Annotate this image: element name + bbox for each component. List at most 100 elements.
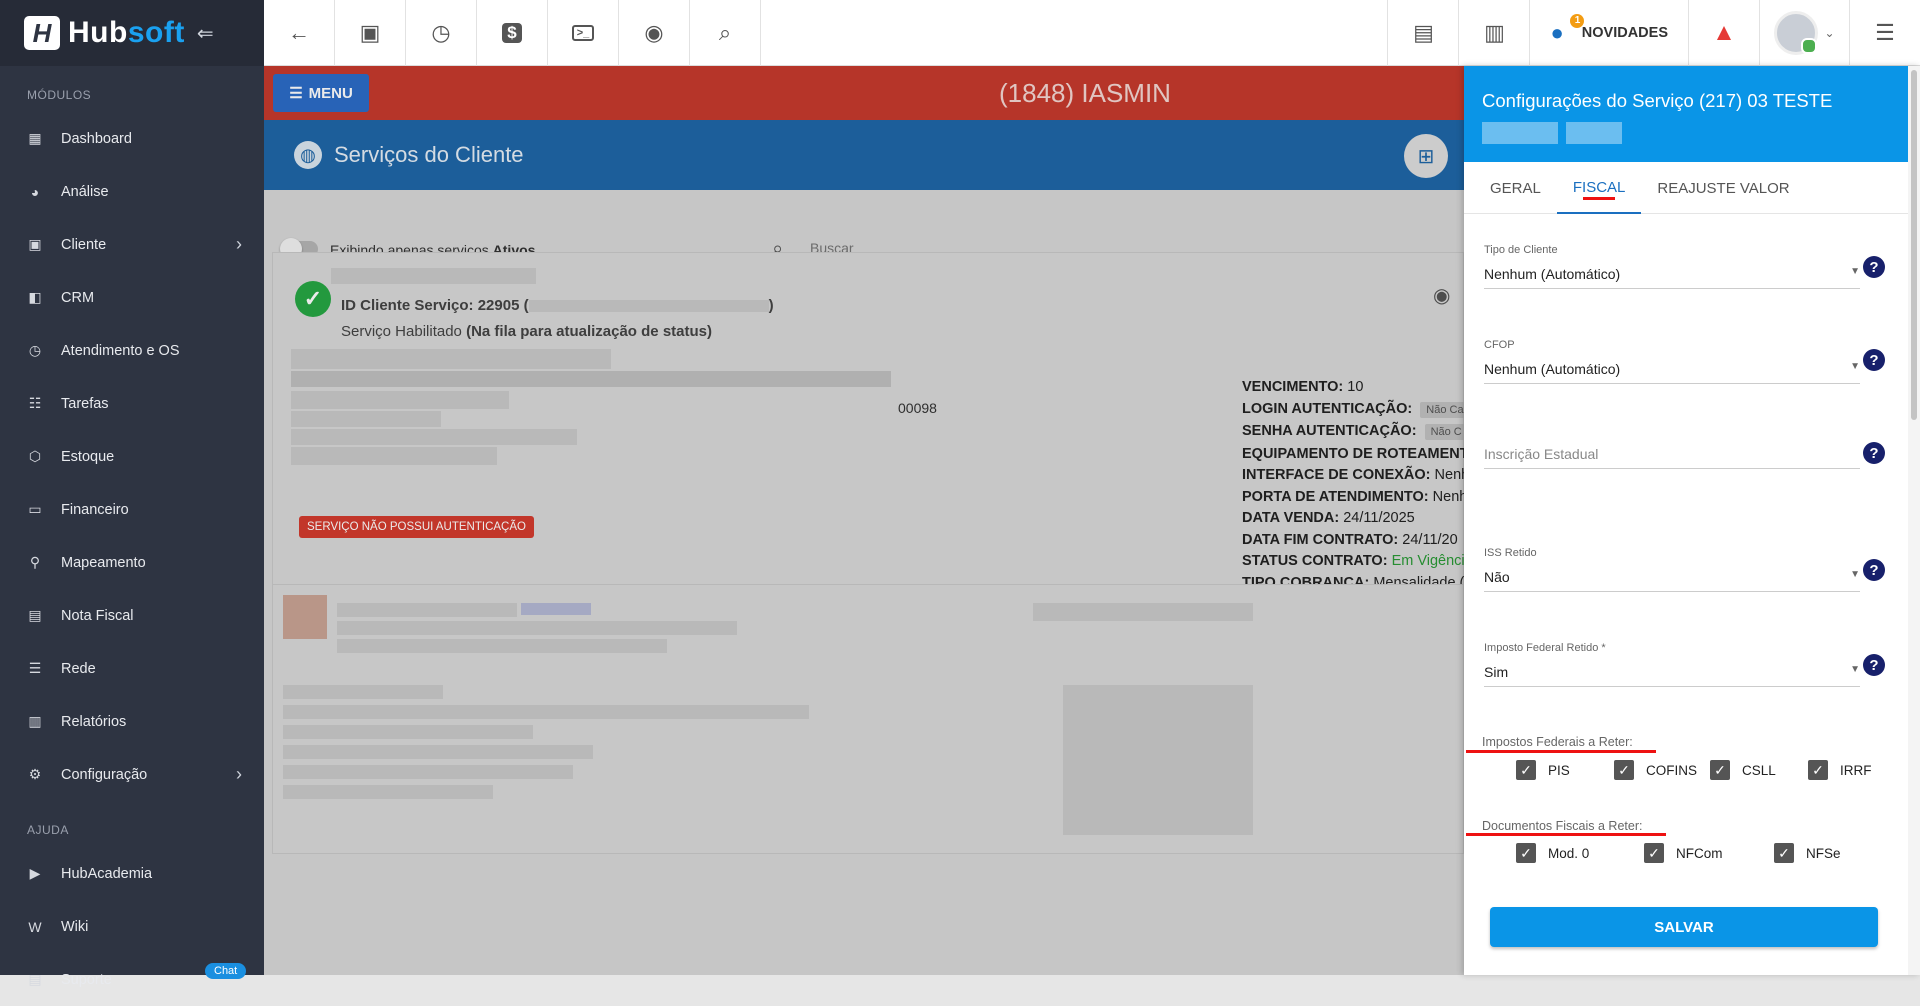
inscricao-estadual-placeholder: Inscrição Estadual bbox=[1484, 446, 1860, 469]
tab-geral[interactable]: GERAL bbox=[1474, 162, 1557, 214]
sidebar-item-label: HubAcademia bbox=[61, 865, 153, 882]
tipo-cliente-value: Nenhum (Automático) bbox=[1484, 266, 1621, 282]
list-menu-icon[interactable]: ☰ bbox=[1849, 0, 1920, 66]
checkbox-csll[interactable]: ✓ CSLL bbox=[1710, 760, 1776, 780]
checkbox-mod-0[interactable]: ✓ Mod. 0 bbox=[1516, 843, 1589, 863]
checkbox-checked-icon: ✓ bbox=[1516, 843, 1536, 863]
novidades-label: NOVIDADES bbox=[1581, 25, 1668, 41]
novidades-button[interactable]: ● 1 NOVIDADES bbox=[1529, 0, 1688, 66]
sidebar-item-cliente[interactable]: ▣ Cliente › bbox=[0, 218, 264, 271]
sidebar-item-analise[interactable]: ◕ Análise bbox=[0, 165, 264, 218]
checkbox-label: COFINS bbox=[1646, 762, 1698, 778]
money-icon: ▭ bbox=[28, 501, 42, 517]
tab-fiscal[interactable]: FISCAL bbox=[1556, 162, 1642, 214]
back-arrow-icon[interactable]: ← bbox=[264, 0, 335, 66]
iss-retido-value: Não bbox=[1484, 569, 1510, 585]
inscricao-estadual-input[interactable]: Inscrição Estadual bbox=[1484, 446, 1860, 469]
sidebar-item-label: Relatórios bbox=[61, 713, 127, 730]
sidebar: H Hubsoft ⇐ MÓDULOS ▦ Dashboard ◕ Análise ▣ C… bbox=[0, 0, 264, 988]
user-menu[interactable]: ⌄ bbox=[1759, 0, 1849, 66]
sidebar-item-financeiro[interactable]: ▭ Financeiro bbox=[0, 483, 264, 536]
checkbox-nfcom[interactable]: ✓ NFCom bbox=[1644, 843, 1723, 863]
help-icon[interactable]: ? bbox=[1863, 559, 1885, 581]
highlight-underline bbox=[1466, 833, 1666, 836]
chevron-right-icon: › bbox=[236, 764, 242, 784]
search-icon[interactable]: ⌕ bbox=[690, 0, 761, 66]
brand-logo[interactable]: H Hubsoft ⇐ bbox=[0, 0, 264, 66]
pdf-file-icon[interactable]: ▤ bbox=[1387, 0, 1458, 66]
sidebar-item-crm[interactable]: ◧ CRM bbox=[0, 271, 264, 324]
sidebar-item-label: Estoque bbox=[61, 448, 115, 465]
checkbox-nfse[interactable]: ✓ NFSe bbox=[1774, 843, 1841, 863]
topbar: ← ▣ ◷ $ >_ ◉ ⌕ ▤ ▥ ● 1 NOVIDADES ▲ ⌄ ☰ bbox=[264, 0, 1920, 66]
help-icon[interactable]: ? bbox=[1863, 349, 1885, 371]
tipo-cliente-select[interactable]: Tipo de Cliente Nenhum (Automático) ▼ bbox=[1484, 244, 1860, 289]
alarm-icon[interactable]: ▲ bbox=[1688, 0, 1759, 66]
scrollbar-thumb[interactable] bbox=[1911, 70, 1917, 420]
tab-label: GERAL bbox=[1490, 179, 1541, 197]
checkbox-cofins[interactable]: ✓ COFINS bbox=[1614, 760, 1697, 780]
cfop-select[interactable]: CFOP Nenhum (Automático) ▼ bbox=[1484, 339, 1860, 384]
sidebar-item-atendimento-e-os[interactable]: ◷ Atendimento e OS bbox=[0, 324, 264, 377]
tipo-cliente-label: Tipo de Cliente bbox=[1484, 244, 1558, 256]
network-icon: ☰ bbox=[28, 660, 42, 676]
video-icon: ▶ bbox=[29, 865, 41, 881]
help-icon[interactable]: ? bbox=[1863, 654, 1885, 676]
sidebar-item-wiki[interactable]: W Wiki bbox=[0, 900, 264, 953]
checkbox-label: IRRF bbox=[1840, 762, 1872, 778]
sidebar-item-tarefas[interactable]: ☷ Tarefas bbox=[0, 377, 264, 430]
sidebar-item-hubacademia[interactable]: ▶ HubAcademia bbox=[0, 847, 264, 900]
sidebar-item-label: CRM bbox=[61, 289, 95, 306]
sidebar-item-label: Atendimento e OS bbox=[61, 342, 180, 359]
dashboard-icon: ▦ bbox=[28, 130, 42, 146]
hubsoft-logo-icon: H bbox=[24, 16, 60, 50]
contact-card-icon[interactable]: ▣ bbox=[335, 0, 406, 66]
tab-reajuste-valor[interactable]: REAJUSTE VALOR bbox=[1641, 162, 1805, 214]
cfop-value: Nenhum (Automático) bbox=[1484, 361, 1621, 377]
save-button[interactable]: SALVAR bbox=[1490, 907, 1878, 947]
panel-scrollbar[interactable] bbox=[1908, 66, 1920, 975]
calendar-clock-icon[interactable]: ◷ bbox=[406, 0, 477, 66]
sidebar-item-mapeamento[interactable]: ⚲ Mapeamento bbox=[0, 536, 264, 589]
eye-icon[interactable]: ◉ bbox=[619, 0, 690, 66]
terminal-icon[interactable]: >_ bbox=[548, 0, 619, 66]
chevron-down-icon: ⌄ bbox=[1824, 26, 1835, 40]
calendar-clock-icon: ◷ bbox=[28, 342, 42, 358]
sidebar-item-label: Configuração bbox=[61, 766, 148, 783]
sidebar-item-suporte[interactable]: ▤ Suporte bbox=[0, 953, 264, 1006]
client-card-icon: ▣ bbox=[28, 236, 42, 252]
panel-title: Configurações do Serviço (217) 03 TESTE bbox=[1482, 90, 1833, 111]
avatar bbox=[1774, 11, 1819, 55]
gear-icon: ⚙ bbox=[28, 766, 42, 782]
checkbox-checked-icon: ✓ bbox=[1808, 760, 1828, 780]
dropdown-arrow-icon: ▼ bbox=[1850, 569, 1860, 580]
sidebar-item-label: Mapeamento bbox=[61, 554, 146, 571]
sidebar-item-estoque[interactable]: ⬡ Estoque bbox=[0, 430, 264, 483]
support-icon: ▤ bbox=[28, 971, 42, 987]
brand-name-hub: Hub bbox=[68, 16, 128, 49]
collapse-sidebar-icon[interactable]: ⇐ bbox=[197, 21, 214, 46]
building-icon[interactable]: ▥ bbox=[1458, 0, 1529, 66]
brand-name-soft: soft bbox=[127, 16, 185, 49]
service-config-panel: Configurações do Serviço (217) 03 TESTE … bbox=[1464, 66, 1920, 975]
help-icon[interactable]: ? bbox=[1863, 256, 1885, 278]
iss-retido-select[interactable]: ISS Retido Não ▼ bbox=[1484, 547, 1860, 592]
dropdown-arrow-icon: ▼ bbox=[1850, 361, 1860, 372]
tab-label: FISCAL bbox=[1572, 178, 1626, 196]
section-label-modules: MÓDULOS bbox=[27, 88, 92, 102]
dollar-icon[interactable]: $ bbox=[477, 0, 548, 66]
panel-backdrop[interactable] bbox=[264, 66, 1464, 975]
sidebar-item-dashboard[interactable]: ▦ Dashboard bbox=[0, 112, 264, 165]
help-icon[interactable]: ? bbox=[1863, 442, 1885, 464]
sidebar-item-rede[interactable]: ☰ Rede bbox=[0, 642, 264, 695]
imposto-federal-select[interactable]: Imposto Federal Retido * Sim ▼ bbox=[1484, 642, 1860, 687]
chat-badge[interactable]: Chat bbox=[205, 963, 247, 979]
sidebar-item-configuracao[interactable]: ⚙ Configuração › bbox=[0, 748, 264, 801]
sidebar-item-label: Suporte bbox=[61, 971, 112, 988]
checkbox-irrf[interactable]: ✓ IRRF bbox=[1808, 760, 1872, 780]
checkbox-pis[interactable]: ✓ PIS bbox=[1516, 760, 1570, 780]
checkbox-label: CSLL bbox=[1742, 762, 1776, 778]
tab-label: REAJUSTE VALOR bbox=[1657, 179, 1790, 197]
sidebar-item-relatorios[interactable]: ▥ Relatórios bbox=[0, 695, 264, 748]
sidebar-item-nota-fiscal[interactable]: ▤ Nota Fiscal bbox=[0, 589, 264, 642]
